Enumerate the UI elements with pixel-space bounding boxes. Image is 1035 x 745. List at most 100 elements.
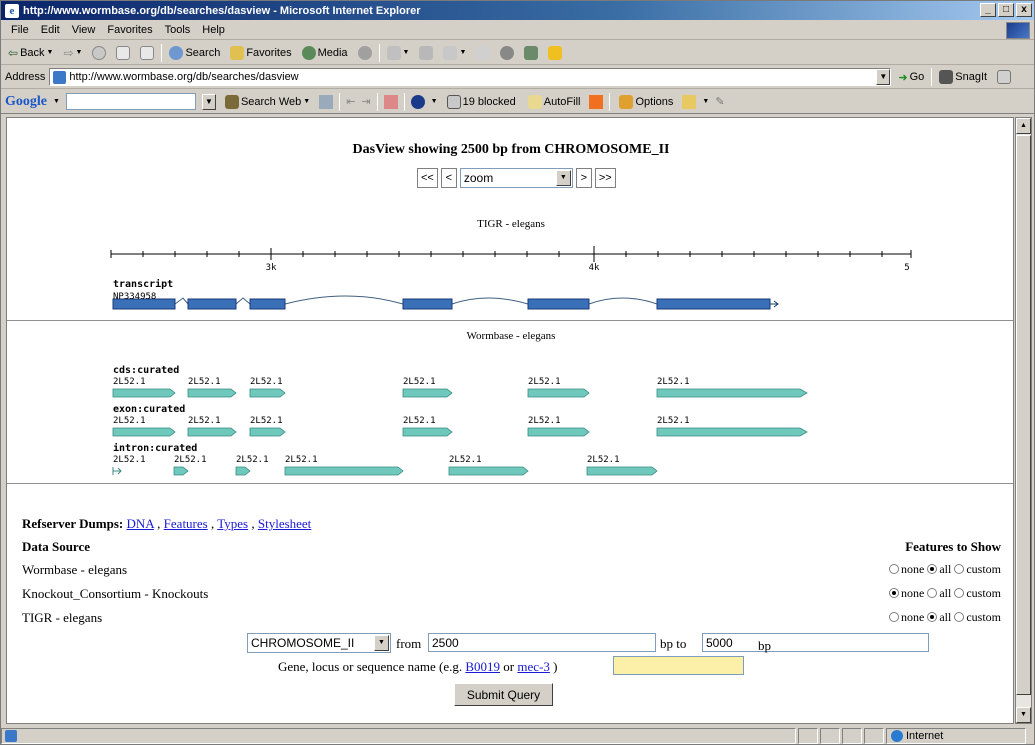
knockout-all-radio[interactable] [927, 588, 938, 598]
google-logo[interactable]: Google [5, 94, 47, 110]
menu-tools[interactable]: Tools [159, 24, 197, 36]
research-button[interactable] [497, 43, 517, 63]
folder-icon[interactable] [682, 94, 697, 109]
blogger-icon[interactable] [589, 94, 604, 109]
back-button[interactable]: ⇦ Back ▼ [5, 43, 56, 63]
features-link[interactable]: Features [164, 516, 208, 531]
next-arrow-icon[interactable]: ⇥ [361, 95, 370, 108]
google-logo-dropdown-icon[interactable]: ▼ [53, 98, 60, 105]
exon-feature[interactable] [656, 427, 808, 437]
zoom-dropdown-icon[interactable]: ▼ [555, 170, 571, 186]
knockout-none-radio[interactable] [889, 588, 899, 598]
popup-blocker-button[interactable]: 19 blocked [444, 92, 519, 112]
search-web-button[interactable]: Search Web ▼ [222, 92, 313, 112]
radio-label-custom: custom [966, 586, 1001, 600]
cds-feature[interactable] [527, 388, 590, 398]
wormbase-custom-radio[interactable] [954, 564, 965, 574]
from-input[interactable]: 2500 [428, 633, 656, 652]
cds-feature[interactable] [656, 388, 808, 398]
google-search-input[interactable] [65, 93, 196, 110]
tigr-custom-radio[interactable] [954, 612, 965, 622]
menu-file[interactable]: File [5, 24, 35, 36]
minimize-button[interactable]: _ [980, 3, 996, 17]
intron-feature[interactable] [284, 466, 404, 476]
knockout-custom-radio[interactable] [954, 588, 965, 598]
cds-feature[interactable] [112, 388, 176, 398]
pagerank-icon[interactable] [319, 94, 334, 109]
messenger-button[interactable] [521, 43, 541, 63]
address-input[interactable]: http://www.wormbase.org/db/searches/dasv… [49, 68, 892, 86]
refresh-button[interactable] [113, 43, 133, 63]
to-input[interactable]: 5000 [702, 633, 929, 652]
tigr-none-radio[interactable] [889, 612, 899, 622]
gene-name-input[interactable] [613, 656, 744, 675]
home-button[interactable] [137, 43, 157, 63]
intron-feature[interactable] [235, 466, 251, 476]
exon-feature[interactable] [402, 427, 453, 437]
zoom-select[interactable]: zoom ▼ [459, 168, 573, 188]
scroll-right-button[interactable]: > [575, 168, 592, 188]
scrollbar-thumb[interactable] [1016, 135, 1031, 695]
menu-favorites[interactable]: Favorites [101, 24, 158, 36]
history-button[interactable] [355, 43, 375, 63]
address-dropdown-icon[interactable]: ▼ [876, 69, 891, 85]
vertical-scrollbar[interactable]: ▲ ▼ [1015, 117, 1032, 724]
print-button[interactable] [416, 43, 436, 63]
cds-feature[interactable] [402, 388, 453, 398]
tigr-all-radio[interactable] [927, 612, 938, 622]
scroll-down-arrow-icon[interactable]: ▼ [1016, 707, 1031, 723]
chromosome-dropdown-icon[interactable]: ▼ [374, 635, 389, 651]
scroll-far-left-button[interactable]: << [417, 168, 438, 188]
intron-start-arrow-icon [112, 467, 122, 475]
stylesheet-link[interactable]: Stylesheet [258, 516, 311, 531]
scroll-left-button[interactable]: < [440, 168, 457, 188]
exon-feature[interactable] [527, 427, 590, 437]
stop-button[interactable] [89, 43, 109, 63]
scroll-up-arrow-icon[interactable]: ▲ [1016, 118, 1031, 134]
close-button[interactable]: x [1016, 3, 1032, 17]
chromosome-select[interactable]: CHROMOSOME_II ▼ [247, 633, 391, 653]
intron-feature[interactable] [448, 466, 529, 476]
dna-link[interactable]: DNA [126, 516, 153, 531]
cds-feature[interactable] [187, 388, 237, 398]
search-button[interactable]: Search [166, 43, 223, 63]
snagit-button[interactable]: SnagIt [936, 67, 990, 87]
search-icon [169, 45, 184, 60]
example-b0019-link[interactable]: B0019 [465, 659, 500, 674]
mail-button[interactable]: ▼ [384, 43, 413, 63]
scroll-far-right-button[interactable]: >> [594, 168, 616, 188]
submit-query-button[interactable]: Submit Query [454, 683, 553, 706]
example-mec3-link[interactable]: mec-3 [517, 659, 549, 674]
options-button[interactable]: Options [616, 92, 676, 112]
highlight-icon[interactable] [383, 94, 398, 109]
info-icon[interactable] [410, 94, 425, 109]
transcript-gene-model[interactable] [112, 295, 779, 310]
autofill-label: AutoFill [543, 95, 581, 108]
menu-view[interactable]: View [66, 24, 102, 36]
intron-feature[interactable] [586, 466, 658, 476]
snagit-window-button[interactable] [994, 67, 1014, 87]
forward-button[interactable]: ⇨ ▼ [60, 43, 85, 63]
exon-feature[interactable] [249, 427, 286, 437]
wormbase-all-radio[interactable] [927, 564, 938, 574]
aim-button[interactable] [545, 43, 565, 63]
pencil-icon[interactable]: ✎ [715, 95, 724, 108]
exon-feature[interactable] [112, 427, 176, 437]
menu-edit[interactable]: Edit [35, 24, 66, 36]
media-button[interactable]: Media [299, 43, 351, 63]
maximize-button[interactable]: □ [998, 3, 1014, 17]
cds-feature[interactable] [249, 388, 286, 398]
up-arrow-icon[interactable]: ⇤ [346, 95, 355, 108]
intron-feature[interactable] [173, 466, 189, 476]
discuss-button[interactable] [473, 43, 493, 63]
radio-label-all: all [939, 586, 952, 600]
types-link[interactable]: Types [217, 516, 248, 531]
wormbase-none-radio[interactable] [889, 564, 899, 574]
google-search-dropdown-icon[interactable]: ▼ [201, 93, 216, 110]
menu-help[interactable]: Help [196, 24, 231, 36]
autofill-button[interactable]: AutoFill [525, 92, 584, 112]
exon-feature[interactable] [187, 427, 237, 437]
edit-button[interactable]: ▼ [440, 43, 469, 63]
go-button[interactable]: ➜ Go [895, 67, 927, 87]
favorites-button[interactable]: Favorites [227, 43, 294, 63]
